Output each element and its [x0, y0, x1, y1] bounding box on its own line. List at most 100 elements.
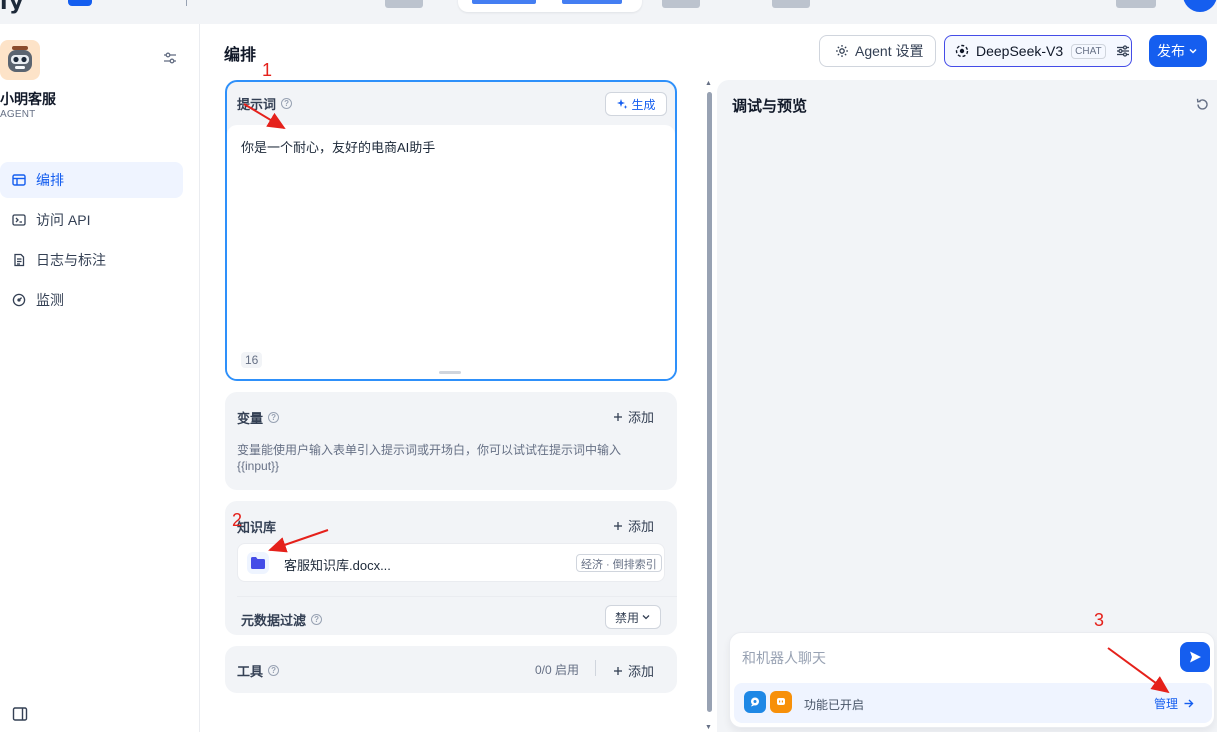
debug-preview-panel: 调试与预览 功能已开启 管理	[717, 80, 1217, 732]
variables-description: 变量能使用户输入表单引入提示词或开场白，你可以试试在提示词中输入 {{input…	[237, 443, 622, 473]
knowledge-header: 知识库	[237, 517, 276, 536]
prompt-editor[interactable]: 你是一个耐心，友好的电商AI助手 16	[227, 125, 675, 379]
sidebar-item-monitor[interactable]: 监测	[0, 282, 183, 318]
knowledge-item[interactable]: 客服知识库.docx... 经济 · 倒排索引	[237, 543, 665, 582]
send-button[interactable]	[1180, 642, 1210, 672]
nav-item-account[interactable]	[1116, 0, 1156, 8]
annotation-number-2: 2	[232, 510, 243, 530]
generate-button[interactable]: 生成	[605, 92, 667, 116]
nav-item-plugins[interactable]	[772, 0, 810, 8]
divider	[595, 660, 596, 676]
dify-logo[interactable]: ify	[0, 0, 23, 15]
layout-icon	[12, 173, 26, 187]
robot-app-icon	[0, 40, 40, 80]
features-bar: 功能已开启 管理	[734, 683, 1212, 723]
preview-title: 调试与预览	[732, 98, 808, 115]
prompt-card: 提示词 ? 生成 你是一个耐心，友好的电商AI助手 16	[225, 80, 677, 381]
sidebar-item-api[interactable]: 访问 API	[0, 202, 183, 238]
metadata-filter-title: 元数据过滤	[241, 613, 307, 628]
refresh-icon[interactable]	[1195, 97, 1210, 112]
model-params-icon[interactable]	[1116, 44, 1130, 58]
annotation-number-1: 1	[262, 60, 273, 80]
top-navigation-bar: ify	[0, 0, 1217, 24]
add-knowledge-button[interactable]: 添加	[613, 516, 654, 535]
char-count: 16	[241, 352, 263, 368]
chat-composer: 功能已开启 管理	[729, 632, 1216, 728]
nav-item-knowledge[interactable]	[562, 0, 622, 4]
knowledge-card: 知识库 添加 客服知识库.docx... 经济 · 倒排索引 元数据过滤 ? 禁…	[225, 501, 677, 635]
generate-label: 生成	[631, 97, 656, 112]
tools-title: 工具	[237, 664, 264, 679]
chevron-down-icon	[641, 612, 651, 622]
scrollbar-thumb[interactable]	[707, 92, 712, 712]
scroll-up-arrow[interactable]: ▲	[705, 80, 712, 87]
sidebar-item-logs[interactable]: 日志与标注	[0, 242, 183, 278]
sidebar-item-label: 编排	[36, 172, 64, 188]
chat-bubble-icon	[744, 691, 766, 713]
deepseek-model-icon	[954, 43, 970, 59]
help-icon[interactable]: ?	[311, 614, 323, 625]
publish-button[interactable]: 发布	[1149, 35, 1207, 67]
model-name: DeepSeek-V3	[976, 43, 1064, 59]
add-label: 添加	[628, 519, 655, 534]
publish-label: 发布	[1157, 43, 1185, 59]
app-type-label: AGENT	[0, 109, 36, 120]
agent-settings-button[interactable]: Agent 设置	[819, 35, 936, 67]
variables-card: 变量 ? 添加 变量能使用户输入表单引入提示词或开场白，你可以试试在提示词中输入…	[225, 392, 677, 490]
top-divider	[186, 0, 187, 6]
sparkle-icon	[616, 98, 628, 110]
sidebar-item-label: 监测	[36, 292, 64, 308]
metadata-filter-header: 元数据过滤 ?	[241, 610, 323, 629]
send-icon	[1188, 650, 1202, 664]
plus-icon	[613, 521, 623, 531]
help-icon[interactable]: ?	[268, 412, 280, 423]
resize-handle[interactable]	[439, 371, 461, 374]
metadata-filter-select[interactable]: 禁用	[605, 605, 661, 629]
page-title: 编排	[224, 47, 257, 64]
help-icon[interactable]: ?	[268, 665, 280, 676]
scroll-down-arrow[interactable]: ▼	[705, 724, 712, 731]
app-name: 小明客服	[0, 91, 56, 107]
model-mode-tag: CHAT	[1071, 43, 1106, 59]
model-selector-button[interactable]: DeepSeek-V3 CHAT	[944, 35, 1132, 67]
nav-item-studio[interactable]	[472, 0, 536, 4]
index-mode-tag: 经济 · 倒排索引	[576, 554, 662, 572]
gear-icon	[835, 44, 849, 58]
variables-title: 变量	[237, 411, 264, 426]
user-avatar[interactable]	[1183, 0, 1217, 12]
app-settings-icon[interactable]	[162, 50, 178, 66]
help-icon[interactable]: ?	[281, 98, 293, 109]
add-variable-button[interactable]: 添加	[613, 407, 654, 426]
annotation-number-3: 3	[1094, 610, 1105, 630]
manage-features-button[interactable]: 管理	[1154, 695, 1194, 712]
knowledge-item-name: 客服知识库.docx...	[284, 558, 391, 573]
document-icon	[12, 253, 26, 267]
sidebar-collapse-icon[interactable]	[12, 706, 28, 722]
metadata-filter-value: 禁用	[614, 610, 639, 625]
add-label: 添加	[628, 664, 655, 679]
folder-icon	[247, 552, 269, 574]
manage-label: 管理	[1154, 697, 1179, 711]
chat-input[interactable]	[730, 633, 1216, 683]
prompt-text[interactable]: 你是一个耐心，友好的电商AI助手	[241, 137, 435, 156]
workspace-badge[interactable]	[68, 0, 92, 6]
features-status: 功能已开启	[804, 698, 865, 712]
app-sidebar: 小明客服 AGENT 编排 访问 API 日志与标注 监测	[0, 24, 200, 732]
variables-header: 变量 ?	[237, 408, 280, 427]
tools-header: 工具 ?	[237, 661, 280, 680]
sidebar-item-label: 访问 API	[36, 212, 91, 228]
feature-icon	[770, 691, 792, 713]
nav-active-pill	[458, 0, 642, 12]
sidebar-item-orchestrate[interactable]: 编排	[0, 162, 183, 198]
chevron-down-icon	[1188, 46, 1198, 56]
knowledge-title: 知识库	[237, 520, 277, 535]
nav-item-explore[interactable]	[385, 0, 423, 8]
prompt-title: 提示词	[237, 97, 277, 112]
tools-card: 工具 ? 0/0 启用 添加	[225, 646, 677, 693]
add-label: 添加	[628, 410, 655, 425]
add-tool-button[interactable]: 添加	[613, 661, 654, 680]
nav-item-tools[interactable]	[662, 0, 700, 8]
gauge-icon	[12, 293, 26, 307]
divider	[237, 596, 677, 597]
arrow-right-icon	[1183, 698, 1194, 709]
